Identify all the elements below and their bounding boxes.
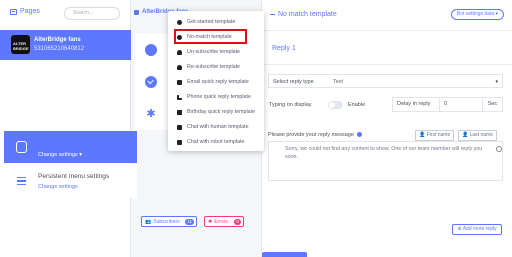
dropdown-item-label: Un-subscribe template — [187, 49, 240, 55]
user-icon: 👤 — [419, 132, 426, 138]
check-circle-icon — [145, 76, 157, 88]
dropdown-item-label: Chat with human template — [187, 124, 249, 130]
dropdown-item-get-started[interactable]: Get-started template — [177, 17, 235, 27]
pages-column: Pages Search... ALTER BRIDGE AlterBridge… — [0, 0, 131, 257]
delay-unit: Sec — [482, 98, 502, 111]
page-id: 531065210640812 — [34, 46, 85, 52]
gift-icon — [177, 109, 182, 115]
delay-label: Delay in reply — [393, 98, 440, 111]
template-title: No match template — [278, 11, 337, 18]
page-avatar-logo-text: ALTER BRIDGE — [13, 41, 29, 51]
check-circle-icon — [177, 19, 182, 25]
plus-circle-icon: ⊕ — [457, 226, 462, 232]
subscribers-button[interactable]: 👥 Subscribers 11 — [141, 216, 197, 227]
dropdown-item-unsubscribe[interactable]: Un-subscribe template — [177, 47, 240, 57]
pages-icon — [10, 8, 17, 15]
pages-search-input[interactable]: Search... — [64, 7, 120, 20]
dropdown-item-resubscribe[interactable]: Re-subscribe template — [177, 62, 240, 72]
active-change-settings-link[interactable]: Change settings ▾ — [38, 152, 82, 158]
header-divider — [262, 30, 512, 31]
info-icon — [357, 132, 363, 138]
persistent-menu-change-link[interactable]: Change settings — [38, 184, 78, 190]
reply-type-value: Text — [333, 79, 344, 85]
dropdown-item-label: Birthday quick reply template — [187, 109, 256, 115]
persistent-menu-title: Persistent menu settings — [38, 173, 110, 180]
template-header: No match template — [270, 11, 337, 18]
subscribers-count-badge: 11 — [185, 218, 194, 225]
highlight-box — [174, 29, 247, 44]
dropdown-item-label: Re-subscribe template — [187, 64, 240, 70]
reply-message-label-text: Please provide your reply message — [268, 132, 354, 138]
robot-icon — [177, 139, 182, 145]
minus-icon — [270, 14, 275, 15]
dropdown-item-birthday-quick-reply[interactable]: Birthday quick reply template — [177, 107, 255, 117]
user-remove-icon — [177, 49, 182, 55]
delay-input[interactable]: 0 — [440, 98, 482, 111]
caret-down-icon: ▾ — [495, 79, 498, 85]
typing-on-display-label: Typing on display — [269, 102, 312, 108]
pages-title: Pages — [20, 8, 40, 15]
typing-toggle[interactable] — [328, 101, 343, 109]
dropdown-item-label: Phone quick reply template — [187, 94, 251, 100]
page-avatar: ALTER BRIDGE — [11, 35, 30, 54]
add-more-reply-button[interactable]: ⊕ Add more reply — [452, 224, 502, 235]
reply-type-select[interactable]: Select reply type Text ▾ — [268, 74, 503, 88]
reply-message-label: Please provide your reply message — [268, 132, 363, 138]
dropdown-item-email-quick-reply[interactable]: Email quick reply template — [177, 77, 249, 87]
reply-divider — [262, 64, 512, 65]
last-name-button[interactable]: 👤 Last name — [458, 130, 497, 141]
first-name-button[interactable]: 👤 First name — [415, 130, 455, 141]
bot-settings-data-button[interactable]: Bot settings data ▾ — [451, 9, 504, 20]
dropdown-item-chat-human[interactable]: Chat with human template — [177, 122, 249, 132]
errors-button[interactable]: ✱ Errors 0 — [204, 216, 244, 227]
settings-card-active[interactable]: Change settings ▾ — [4, 131, 137, 163]
reply-title: Reply 1 — [272, 45, 296, 52]
delay-input-group: Delay in reply 0 Sec — [392, 97, 503, 112]
last-name-label: Last name — [469, 132, 493, 138]
template-editor-panel: No match template Bot settings data ▾ Re… — [261, 0, 512, 257]
add-more-reply-label: Add more reply — [462, 226, 497, 232]
user-icon: 👤 — [462, 132, 469, 138]
errors-label: Errors — [214, 218, 228, 225]
page-item-selected[interactable]: ALTER BRIDGE AlterBridge fans 5310652106… — [0, 30, 131, 60]
pages-header: Pages — [10, 8, 40, 15]
dropdown-item-label: Email quick reply template — [187, 79, 249, 85]
enable-label: Enable — [348, 102, 366, 108]
human-icon — [177, 124, 182, 130]
persistent-menu-card[interactable]: Persistent menu settings Change settings — [4, 164, 137, 198]
emoji-icon[interactable] — [496, 146, 502, 152]
page-name: AlterBridge fans — [34, 37, 81, 43]
app-root: Pages Search... ALTER BRIDGE AlterBridge… — [0, 0, 512, 257]
dropdown-item-label: Chat with robot template — [187, 139, 245, 145]
hand-pointer-icon — [16, 141, 27, 153]
reply-type-label: Select reply type — [273, 79, 314, 85]
facebook-icon — [134, 9, 139, 15]
mail-icon — [177, 79, 182, 85]
users-icon: 👥 — [145, 218, 152, 225]
errors-count-badge: 0 — [234, 218, 241, 225]
user-add-icon — [177, 64, 182, 70]
bug-icon: ✱ — [208, 218, 213, 225]
reply-message-text: Sorry, we could not find any content to … — [285, 146, 483, 160]
chat-bubble-icon — [145, 44, 157, 56]
menu-bars-icon — [17, 177, 26, 185]
dropdown-item-phone-quick-reply[interactable]: Phone quick reply template — [177, 92, 251, 102]
phone-icon — [177, 94, 182, 100]
dropdown-item-chat-robot[interactable]: Chat with robot template — [177, 137, 244, 147]
submit-button[interactable] — [262, 252, 307, 257]
first-name-label: First name — [426, 132, 451, 138]
gear-icon: ✱ — [146, 108, 156, 120]
subscribers-label: Subscribers — [153, 218, 180, 225]
dropdown-item-label: Get-started template — [187, 19, 236, 25]
